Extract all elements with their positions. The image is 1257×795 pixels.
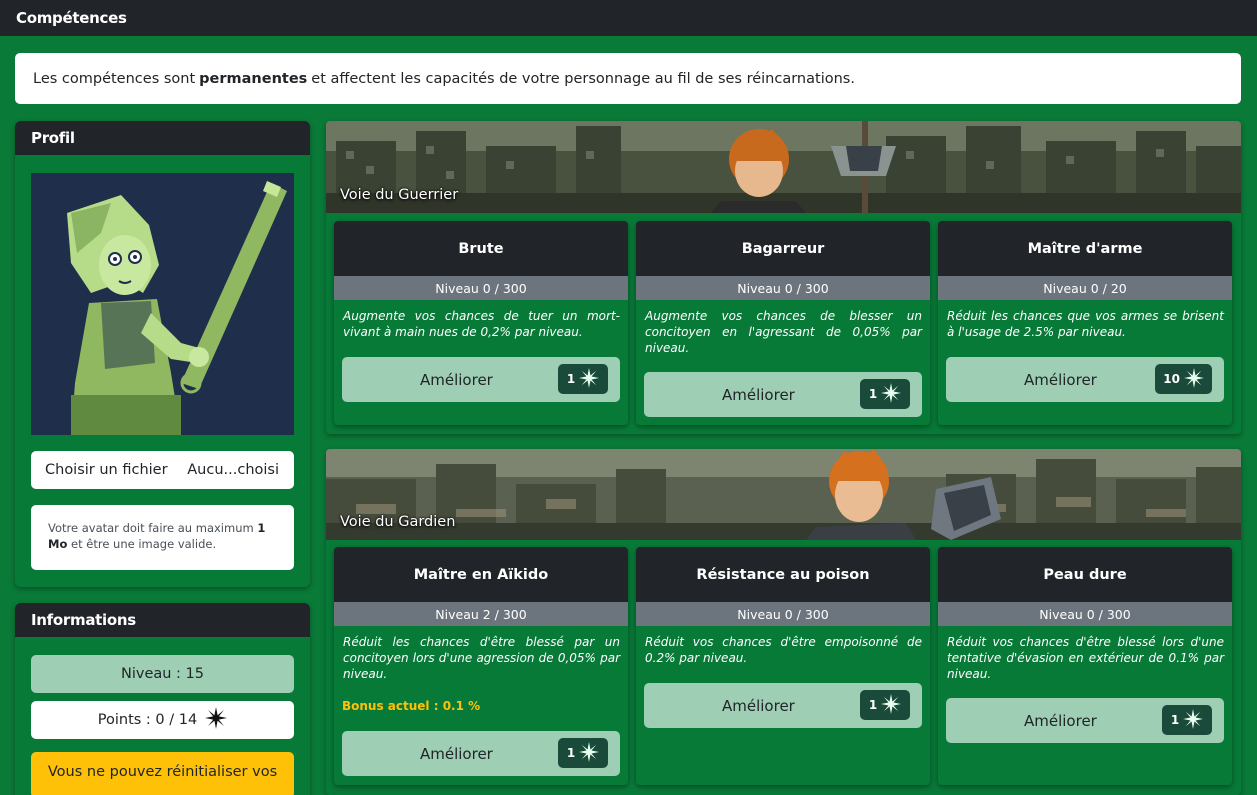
choose-file-button[interactable]: Choisir un fichier [45, 462, 168, 478]
help-suffix: et être une image valide. [71, 537, 217, 551]
skill-card-brute: Brute Niveau 0 / 300 Augmente vos chance… [334, 221, 628, 425]
profile-title: Profil [31, 129, 75, 147]
avatar-help-text: Votre avatar doit faire au maximum 1 Mo … [31, 505, 294, 570]
profile-panel: Profil Choisir un fichier Aucu...choisi … [15, 121, 310, 587]
avatar-file-input[interactable]: Choisir un fichier Aucu...choisi [31, 451, 294, 489]
cost-badge: 10 [1155, 364, 1212, 394]
ruined-city-banner [326, 121, 1241, 213]
way-guerrier: Voie du Guerrier Brute Niveau 0 / 300 Au… [326, 121, 1241, 434]
upgrade-label: Améliorer [420, 744, 493, 763]
cost-value: 1 [566, 372, 576, 386]
star-burst-icon [579, 741, 600, 765]
current-bonus: Bonus actuel : 0.1 % [342, 699, 481, 713]
skill-level: Niveau 0 / 300 [636, 602, 930, 626]
cost-badge: 1 [1162, 705, 1212, 735]
informations-title: Informations [31, 611, 136, 629]
upgrade-label: Améliorer [722, 696, 795, 715]
cost-badge: 1 [860, 690, 910, 720]
skill-level: Niveau 2 / 300 [334, 602, 628, 626]
way-title: Voie du Guerrier [340, 187, 459, 203]
cost-value: 1 [566, 746, 576, 760]
level-display: Niveau : 15 [31, 655, 294, 693]
skill-level: Niveau 0 / 300 [334, 276, 628, 300]
star-burst-icon [1183, 708, 1204, 732]
skill-card-aikido: Maître en Aïkido Niveau 2 / 300 Réduit l… [334, 547, 628, 785]
cost-badge: 1 [558, 364, 608, 394]
cost-value: 10 [1163, 372, 1180, 386]
upgrade-label: Améliorer [420, 370, 493, 389]
intro-prefix: Les compétences sont [33, 70, 196, 87]
way-banner: Voie du Guerrier [326, 121, 1241, 213]
skill-description: Augmente vos chances de tuer un mort-viv… [343, 309, 620, 339]
skill-name: Maître d'arme [938, 221, 1232, 276]
way-title: Voie du Gardien [340, 514, 456, 530]
cost-badge: 1 [558, 738, 608, 768]
reset-text: Vous ne pouvez réinitialiser vos [47, 764, 278, 780]
star-burst-icon [881, 382, 902, 406]
skill-level: Niveau 0 / 300 [636, 276, 930, 300]
informations-panel: Informations Niveau : 15 Points : 0 / 14… [15, 603, 310, 795]
star-burst-icon [205, 707, 228, 733]
upgrade-button[interactable]: Améliorer 1 [644, 372, 922, 417]
help-bold-unit: Mo [48, 537, 68, 551]
way-banner: Voie du Gardien [326, 449, 1241, 540]
cost-badge: 1 [860, 379, 910, 409]
help-bold-size: 1 [257, 521, 266, 535]
reset-warning: Vous ne pouvez réinitialiser vos [31, 752, 294, 795]
help-prefix: Votre avatar doit faire au maximum [48, 521, 254, 535]
upgrade-label: Améliorer [1024, 370, 1097, 389]
file-status: Aucu...choisi [187, 462, 279, 478]
upgrade-button[interactable]: Améliorer 1 [946, 698, 1224, 743]
ruined-city-banner [326, 449, 1241, 540]
avatar [31, 173, 294, 435]
cost-value: 1 [1170, 713, 1180, 727]
intro-alert: Les compétences sont permanentes et affe… [15, 53, 1241, 104]
skill-name: Peau dure [938, 547, 1232, 602]
star-burst-icon [1184, 367, 1204, 391]
skill-description: Réduit vos chances d'être empoisonné de … [645, 635, 922, 665]
upgrade-label: Améliorer [1024, 711, 1097, 730]
informations-header: Informations [15, 603, 310, 637]
skill-description: Réduit vos chances d'être blessé lors d'… [947, 635, 1224, 681]
intro-bold: permanentes [199, 70, 308, 87]
profile-header: Profil [15, 121, 310, 155]
page-title: Compétences [16, 9, 127, 27]
skill-name: Maître en Aïkido [334, 547, 628, 602]
skill-card-maitre-arme: Maître d'arme Niveau 0 / 20 Réduit les c… [938, 221, 1232, 425]
top-bar: Compétences [0, 0, 1257, 36]
skill-card-resistance-poison: Résistance au poison Niveau 0 / 300 Rédu… [636, 547, 930, 785]
upgrade-button[interactable]: Améliorer 1 [342, 357, 620, 402]
skill-description: Réduit les chances d'être blessé par un … [343, 635, 620, 681]
skill-card-bagarreur: Bagarreur Niveau 0 / 300 Augmente vos ch… [636, 221, 930, 425]
star-burst-icon [881, 693, 902, 717]
intro-suffix: et affectent les capacités de votre pers… [311, 70, 855, 87]
upgrade-button[interactable]: Améliorer 10 [946, 357, 1224, 402]
skill-description: Augmente vos chances de blesser un conci… [645, 309, 922, 355]
upgrade-button[interactable]: Améliorer 1 [644, 683, 922, 728]
skill-description: Réduit les chances que vos armes se bris… [947, 309, 1224, 339]
cost-value: 1 [868, 698, 878, 712]
points-text: Points : 0 / 14 [97, 712, 198, 728]
upgrade-button[interactable]: Améliorer 1 [342, 731, 620, 776]
level-text: Niveau : 15 [120, 666, 204, 682]
upgrade-label: Améliorer [722, 385, 795, 404]
skill-name: Résistance au poison [636, 547, 930, 602]
star-burst-icon [579, 367, 600, 391]
points-display: Points : 0 / 14 [31, 701, 294, 739]
skill-name: Bagarreur [636, 221, 930, 276]
skill-level: Niveau 0 / 300 [938, 602, 1232, 626]
skill-card-peau-dure: Peau dure Niveau 0 / 300 Réduit vos chan… [938, 547, 1232, 785]
cost-value: 1 [868, 387, 878, 401]
skill-level: Niveau 0 / 20 [938, 276, 1232, 300]
skill-name: Brute [334, 221, 628, 276]
way-gardien: Voie du Gardien Maître en Aïkido Niveau … [326, 449, 1241, 795]
